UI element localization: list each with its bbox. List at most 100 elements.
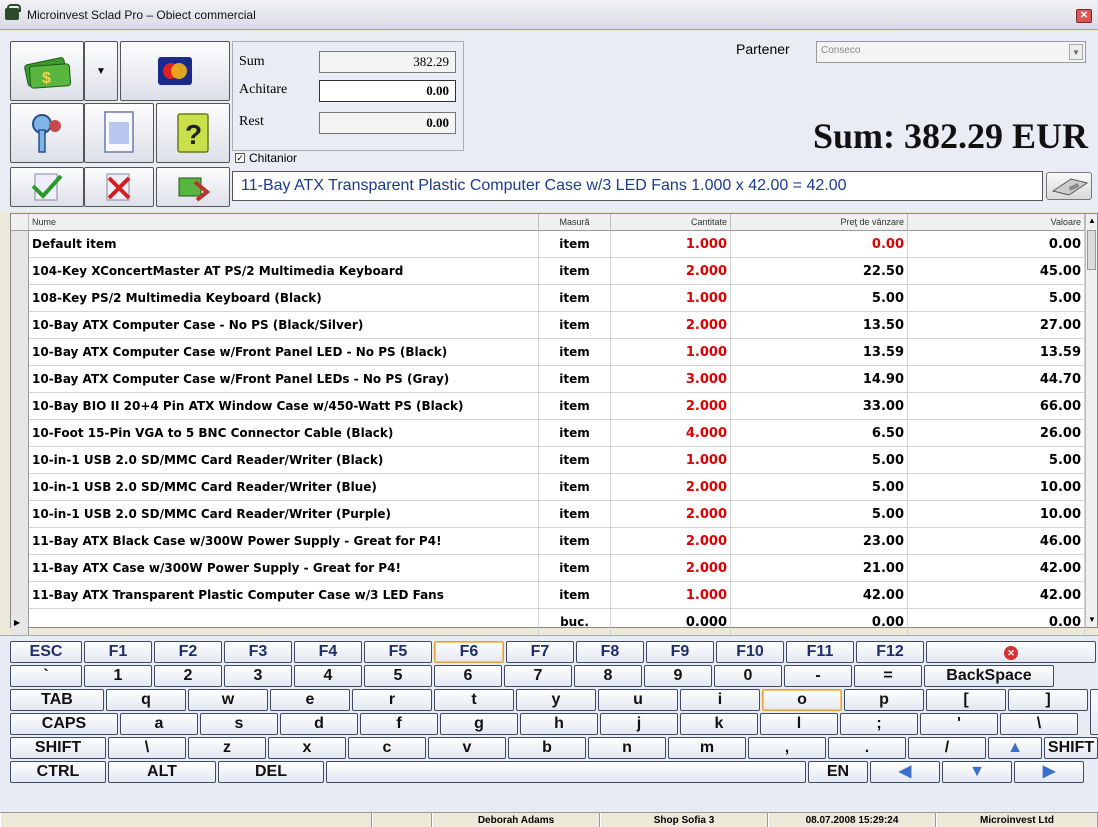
key-rbracket[interactable]: ] <box>1008 689 1088 711</box>
cell-unit[interactable]: item <box>539 420 611 447</box>
cell-name[interactable]: 10-in-1 USB 2.0 SD/MMC Card Reader/Write… <box>29 501 539 528</box>
key-q[interactable]: q <box>106 689 186 711</box>
cell-unit[interactable]: item <box>539 366 611 393</box>
cell-unit[interactable]: item <box>539 285 611 312</box>
row-selector[interactable] <box>11 312 29 339</box>
key-a[interactable]: a <box>120 713 198 735</box>
cell-price[interactable]: 0.00 <box>731 231 908 258</box>
key-shift[interactable]: SHIFT <box>10 737 106 759</box>
cell-unit[interactable]: item <box>539 312 611 339</box>
cell-unit[interactable]: buc. <box>539 609 611 636</box>
cell-value[interactable]: 10.00 <box>908 474 1085 501</box>
table-row[interactable]: 11-Bay ATX Transparent Plastic Computer … <box>11 582 1085 609</box>
row-selector[interactable] <box>11 528 29 555</box>
key-r[interactable]: r <box>352 689 432 711</box>
row-selector[interactable] <box>11 258 29 285</box>
cell-price[interactable]: 42.00 <box>731 582 908 609</box>
key-slash[interactable]: / <box>908 737 986 759</box>
chevron-down-icon[interactable]: ▼ <box>1069 44 1083 60</box>
cell-name[interactable]: 10-Bay ATX Computer Case w/Front Panel L… <box>29 366 539 393</box>
col-header-qty[interactable]: Cantitate <box>611 214 731 231</box>
cell-unit[interactable]: item <box>539 339 611 366</box>
cell-name[interactable]: Default item <box>29 231 539 258</box>
cell-price[interactable]: 33.00 <box>731 393 908 420</box>
cell-name[interactable]: 11-Bay ATX Black Case w/300W Power Suppl… <box>29 528 539 555</box>
key-8[interactable]: 8 <box>574 665 642 687</box>
scroll-thumb[interactable] <box>1087 230 1096 270</box>
cell-value[interactable]: 42.00 <box>908 555 1085 582</box>
cell-name[interactable]: 10-Foot 15-Pin VGA to 5 BNC Connector Ca… <box>29 420 539 447</box>
key-d[interactable]: d <box>280 713 358 735</box>
key-quote[interactable]: ' <box>920 713 998 735</box>
cell-name[interactable]: 11-Bay ATX Transparent Plastic Computer … <box>29 582 539 609</box>
table-row[interactable]: 10-Bay ATX Computer Case w/Front Panel L… <box>11 339 1085 366</box>
payment-field[interactable]: 0.00 <box>319 80 456 102</box>
cell-price[interactable]: 5.00 <box>731 501 908 528</box>
cell-name[interactable]: 104-Key XConcertMaster AT PS/2 Multimedi… <box>29 258 539 285</box>
key-o[interactable]: o <box>762 689 842 711</box>
cell-price[interactable]: 5.00 <box>731 285 908 312</box>
close-icon[interactable]: ✕ <box>1076 9 1092 23</box>
key-backtick[interactable]: ` <box>10 665 82 687</box>
cell-value[interactable]: 13.59 <box>908 339 1085 366</box>
table-row[interactable]: 10-Bay ATX Computer Case w/Front Panel L… <box>11 366 1085 393</box>
row-selector[interactable]: ▶ <box>11 609 29 636</box>
cell-price[interactable]: 5.00 <box>731 447 908 474</box>
key-backspace[interactable]: BackSpace <box>924 665 1054 687</box>
cell-unit[interactable]: item <box>539 555 611 582</box>
row-selector[interactable] <box>11 231 29 258</box>
row-selector[interactable] <box>11 447 29 474</box>
cell-unit[interactable]: item <box>539 582 611 609</box>
scanner-button[interactable] <box>1046 172 1092 200</box>
checkbox-icon[interactable]: ✓ <box>235 153 245 163</box>
key-b[interactable]: b <box>508 737 586 759</box>
arrow-up-key[interactable]: ▲ <box>988 737 1042 759</box>
cash-payment-button[interactable]: $ <box>10 41 84 101</box>
table-row[interactable]: 10-Bay BIO II 20+4 Pin ATX Window Case w… <box>11 393 1085 420</box>
arrow-down-key[interactable]: ▼ <box>942 761 1012 783</box>
card-payment-button[interactable] <box>120 41 230 101</box>
key-esc[interactable]: ESC <box>10 641 82 663</box>
cell-name[interactable]: 10-in-1 USB 2.0 SD/MMC Card Reader/Write… <box>29 447 539 474</box>
cancel-button[interactable] <box>84 167 154 207</box>
cell-name[interactable]: 108-Key PS/2 Multimedia Keyboard (Black) <box>29 285 539 312</box>
key-caps[interactable]: CAPS <box>10 713 118 735</box>
col-header-value[interactable]: Valoare <box>908 214 1085 231</box>
cell-price[interactable]: 13.50 <box>731 312 908 339</box>
cell-qty[interactable]: 1.000 <box>611 339 731 366</box>
key-3[interactable]: 3 <box>224 665 292 687</box>
cell-price[interactable]: 5.00 <box>731 474 908 501</box>
key-equals[interactable]: = <box>854 665 922 687</box>
key-9[interactable]: 9 <box>644 665 712 687</box>
cell-unit[interactable]: item <box>539 393 611 420</box>
key-m[interactable]: m <box>668 737 746 759</box>
key-f4[interactable]: F4 <box>294 641 362 663</box>
key-f2[interactable]: F2 <box>154 641 222 663</box>
table-row[interactable]: 10-Foot 15-Pin VGA to 5 BNC Connector Ca… <box>11 420 1085 447</box>
arrow-left-key[interactable]: ◀ <box>870 761 940 783</box>
key-5[interactable]: 5 <box>364 665 432 687</box>
key-0[interactable]: 0 <box>714 665 782 687</box>
key-f11[interactable]: F11 <box>786 641 854 663</box>
key-n[interactable]: n <box>588 737 666 759</box>
cell-qty[interactable]: 1.000 <box>611 285 731 312</box>
cell-unit[interactable]: item <box>539 528 611 555</box>
cell-price[interactable]: 22.50 <box>731 258 908 285</box>
col-header-name[interactable]: Nume <box>29 214 539 231</box>
key-f10[interactable]: F10 <box>716 641 784 663</box>
partner-select[interactable]: Conseco ▼ <box>816 41 1086 63</box>
cell-unit[interactable]: item <box>539 447 611 474</box>
key-language[interactable]: EN <box>808 761 868 783</box>
key-period[interactable]: . <box>828 737 906 759</box>
row-selector[interactable] <box>11 393 29 420</box>
key-x[interactable]: x <box>268 737 346 759</box>
cell-qty[interactable]: 2.000 <box>611 528 731 555</box>
key-backslash[interactable]: \ <box>108 737 186 759</box>
cell-price[interactable]: 13.59 <box>731 339 908 366</box>
table-row[interactable]: 10-in-1 USB 2.0 SD/MMC Card Reader/Write… <box>11 474 1085 501</box>
key-l[interactable]: l <box>760 713 838 735</box>
cell-value[interactable]: 45.00 <box>908 258 1085 285</box>
cell-qty[interactable]: 2.000 <box>611 312 731 339</box>
cell-value[interactable]: 27.00 <box>908 312 1085 339</box>
col-header-unit[interactable]: Masură <box>539 214 611 231</box>
